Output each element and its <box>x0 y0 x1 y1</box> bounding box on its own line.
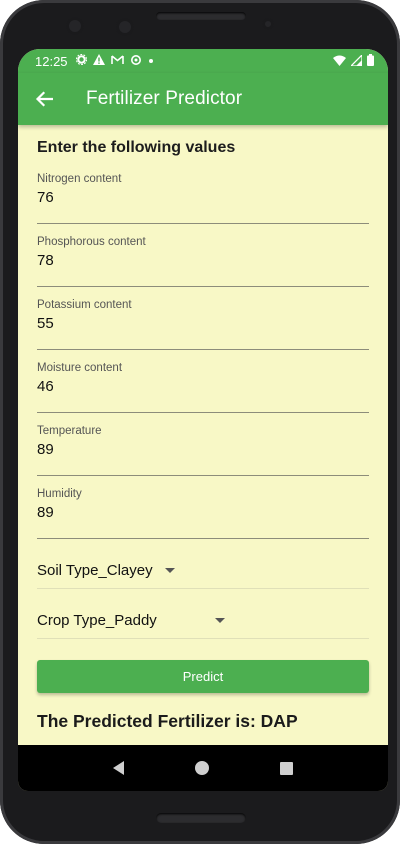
prediction-result: The Predicted Fertilizer is: DAP <box>37 711 298 731</box>
temperature-label: Temperature <box>37 425 102 437</box>
earpiece-speaker <box>156 12 246 20</box>
phosphorous-field[interactable]: Phosphorous content 78 <box>37 236 369 287</box>
front-camera-secondary <box>116 18 134 36</box>
gmail-icon <box>110 54 124 68</box>
chevron-down-icon <box>215 618 225 623</box>
moisture-label: Moisture content <box>37 362 123 374</box>
dot-icon <box>148 56 154 67</box>
temperature-field[interactable]: Temperature 89 <box>37 425 369 476</box>
humidity-field[interactable]: Humidity 89 <box>37 488 369 539</box>
nitrogen-label: Nitrogen content <box>37 173 122 185</box>
wifi-icon <box>333 54 346 69</box>
status-bar: 12:25 <box>18 49 388 73</box>
potassium-field[interactable]: Potassium content 55 <box>37 299 369 350</box>
nitrogen-input[interactable]: 76 <box>37 189 369 206</box>
gear-icon <box>75 53 87 68</box>
battery-icon <box>367 53 374 69</box>
form-container: Enter the following values Nitrogen cont… <box>18 125 388 732</box>
potassium-input[interactable]: 55 <box>37 315 369 332</box>
nav-recents-icon[interactable] <box>279 761 293 775</box>
proximity-sensor <box>262 18 274 30</box>
page-title: Fertilizer Predictor <box>86 88 243 109</box>
temperature-input[interactable]: 89 <box>37 441 369 458</box>
predict-button[interactable]: Predict <box>37 660 369 693</box>
phosphorous-input[interactable]: 78 <box>37 252 369 269</box>
phosphorous-label: Phosphorous content <box>37 236 146 248</box>
bottom-speaker <box>156 813 246 823</box>
humidity-input[interactable]: 89 <box>37 504 369 521</box>
system-nav-bar <box>18 745 388 791</box>
moisture-field[interactable]: Moisture content 46 <box>37 362 369 413</box>
phone-frame: 12:25 Fertilizer Predictor Enter the fol… <box>0 0 400 844</box>
nav-back-icon[interactable] <box>113 761 125 775</box>
nitrogen-field[interactable]: Nitrogen content 76 <box>37 173 369 224</box>
humidity-label: Humidity <box>37 488 82 500</box>
settings-icon <box>130 54 142 69</box>
potassium-label: Potassium content <box>37 299 132 311</box>
form-heading: Enter the following values <box>37 139 236 156</box>
app-bar: Fertilizer Predictor <box>18 73 388 125</box>
nav-home-icon[interactable] <box>194 761 209 775</box>
arrow-left-icon <box>35 91 53 107</box>
moisture-input[interactable]: 46 <box>37 378 369 395</box>
crop-type-dropdown[interactable]: Crop Type_Paddy <box>37 603 369 639</box>
soil-type-value: Soil Type_Clayey <box>37 562 153 579</box>
chevron-down-icon <box>164 568 175 573</box>
soil-type-dropdown[interactable]: Soil Type_Clayey <box>37 553 369 589</box>
status-time: 12:25 <box>35 53 68 69</box>
app-screen: 12:25 Fertilizer Predictor Enter the fol… <box>18 49 388 791</box>
signal-icon <box>349 52 363 69</box>
back-button[interactable] <box>32 87 56 111</box>
crop-type-value: Crop Type_Paddy <box>37 612 157 629</box>
warning-icon <box>92 54 105 68</box>
front-camera <box>66 17 84 35</box>
